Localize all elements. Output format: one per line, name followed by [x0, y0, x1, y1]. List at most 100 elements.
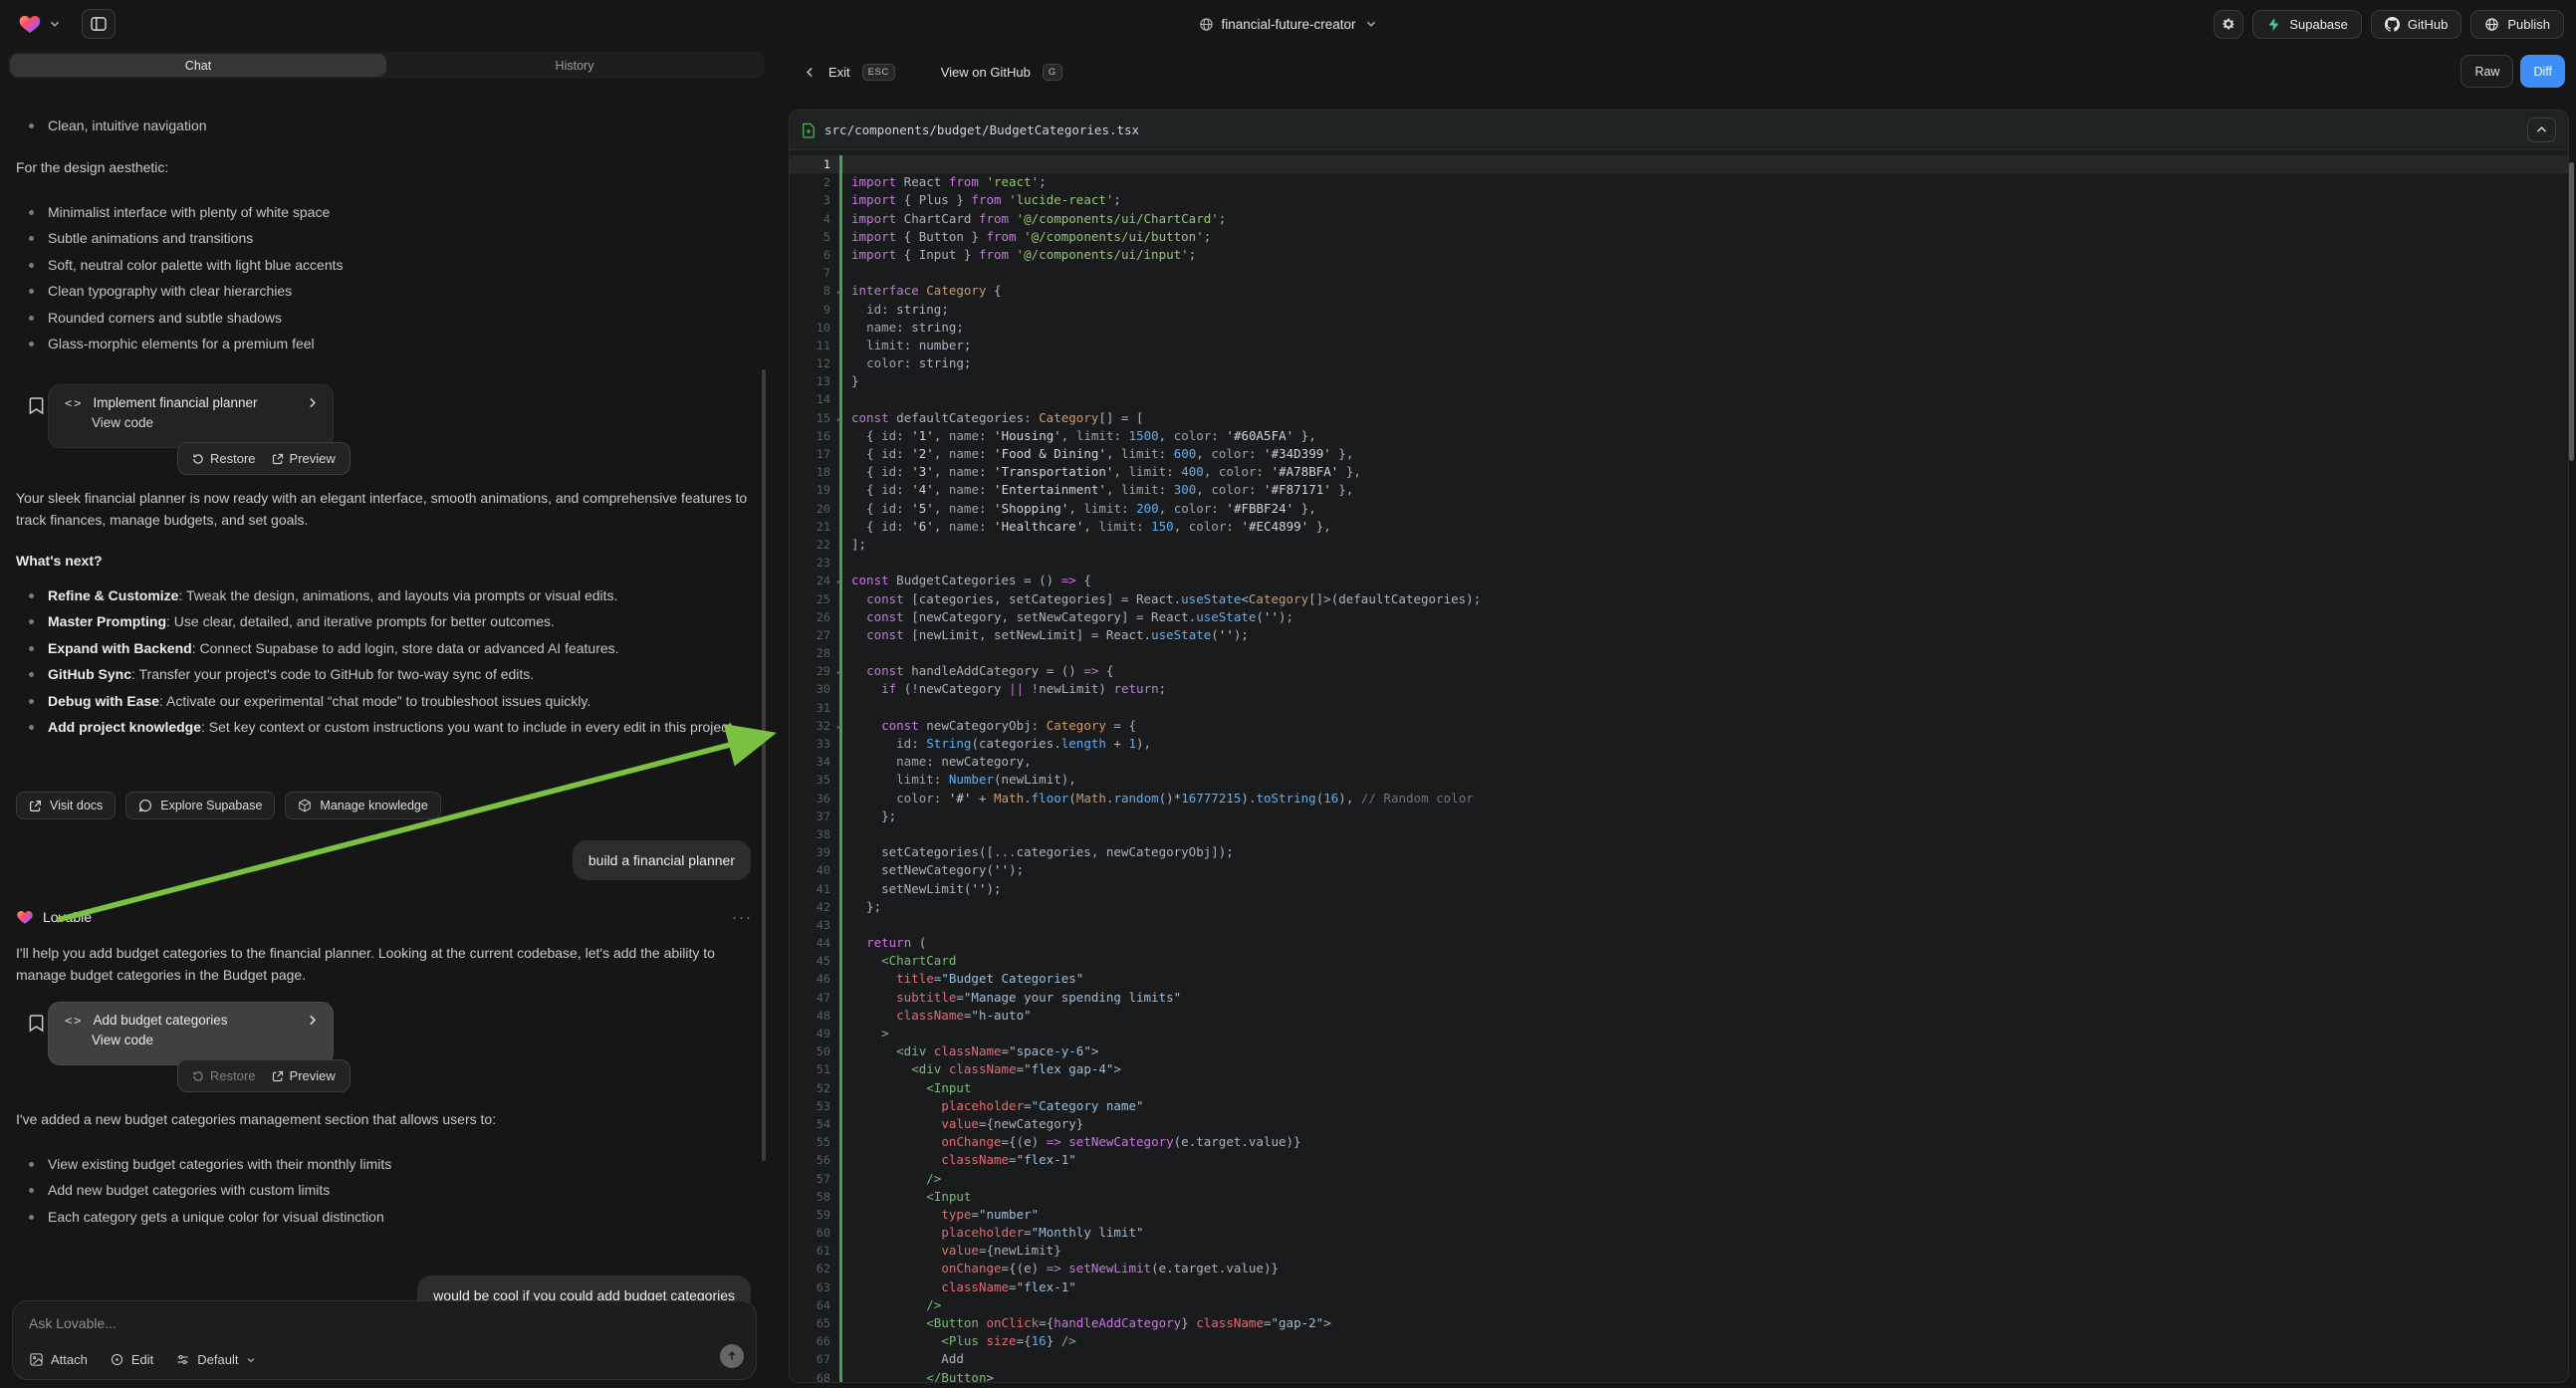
publish-label: Publish	[2507, 17, 2550, 32]
code-text: limit: Number(newLimit),	[839, 771, 2568, 789]
code-line: 22];	[790, 536, 2568, 554]
code-line: 3import { Plus } from 'lucide-react';	[790, 191, 2568, 209]
gear-icon	[2221, 16, 2236, 32]
code-line: 30 if (!newCategory || !newLimit) return…	[790, 680, 2568, 698]
line-number: 27	[790, 626, 839, 644]
line-number: 2	[790, 173, 839, 191]
code-line: 54 value={newCategory}	[790, 1115, 2568, 1133]
tab-chat[interactable]: Chat	[10, 54, 386, 77]
code-text: color: string;	[839, 354, 2568, 372]
lovable-heart-icon	[16, 908, 34, 926]
view-on-github-button[interactable]: View on GitHub	[941, 65, 1031, 80]
code-line: 35 limit: Number(newLimit),	[790, 771, 2568, 789]
code-line: 32▾ const newCategoryObj: Category = {	[790, 717, 2568, 735]
project-switcher[interactable]: financial-future-creator	[1198, 0, 1377, 48]
line-number: 56	[790, 1151, 839, 1169]
code-line: 11 limit: number;	[790, 337, 2568, 354]
chat-scrollbar-thumb[interactable]	[762, 369, 766, 1161]
line-number: 12	[790, 354, 839, 372]
list-item: Add new budget categories with custom li…	[16, 1177, 757, 1203]
code-line: 4import ChartCard from '@/components/ui/…	[790, 210, 2568, 228]
code-line: 61 value={newLimit}	[790, 1242, 2568, 1260]
code-line: 66 <Plus size={16} />	[790, 1332, 2568, 1350]
chat-input-box[interactable]: Ask Lovable... Attach Edit	[12, 1300, 757, 1380]
list-item: Master Prompting: Use clear, detailed, a…	[16, 608, 761, 634]
code-line: 34 name: newCategory,	[790, 753, 2568, 771]
arrow-up-icon	[726, 1350, 738, 1362]
tab-history[interactable]: History	[386, 54, 763, 77]
code-scrollbar-thumb[interactable]	[2569, 162, 2574, 461]
code-text: const BudgetCategories = () => {	[839, 572, 2568, 589]
code-text: const newCategoryObj: Category = {	[839, 717, 2568, 735]
supabase-button[interactable]: Supabase	[2252, 10, 2362, 39]
view-code-link[interactable]: View code	[65, 415, 319, 430]
code-line: 23	[790, 554, 2568, 572]
line-number: 22	[790, 536, 839, 554]
added-bullet-list: View existing budget categories with the…	[16, 1151, 757, 1230]
line-number: 25	[790, 590, 839, 608]
version-card-implement-financial-planner[interactable]: <> Implement financial planner View code	[48, 384, 334, 448]
message-menu-button[interactable]: ···	[732, 909, 753, 926]
line-number: 61	[790, 1242, 839, 1260]
restore-icon	[192, 1070, 204, 1082]
code-line: 17 { id: '2', name: 'Food & Dining', lim…	[790, 445, 2568, 463]
code-text: import { Button } from '@/components/ui/…	[839, 228, 2568, 246]
manage-knowledge-button[interactable]: Manage knowledge	[285, 792, 440, 819]
chat-scroll-area[interactable]: Clean, intuitive navigation For the desi…	[0, 84, 783, 1338]
code-text: { id: '2', name: 'Food & Dining', limit:…	[839, 445, 2568, 463]
visit-docs-button[interactable]: Visit docs	[16, 792, 116, 819]
line-number: 66	[790, 1332, 839, 1350]
list-item: Debug with Ease: Activate our experiment…	[16, 688, 761, 714]
preview-button[interactable]: Preview	[272, 1068, 336, 1083]
code-content[interactable]: 1 2import React from 'react';3import { P…	[790, 150, 2568, 1383]
restore-button[interactable]: Restore	[192, 1068, 256, 1083]
edit-mode-button[interactable]: Edit	[110, 1352, 153, 1367]
toggle-sidebar-button[interactable]	[82, 9, 116, 39]
publish-button[interactable]: Publish	[2470, 10, 2564, 39]
bookmark-icon[interactable]	[28, 396, 45, 415]
bookmark-icon[interactable]	[28, 1014, 45, 1033]
preview-button[interactable]: Preview	[272, 451, 336, 466]
line-number: 31	[790, 699, 839, 717]
raw-toggle-button[interactable]: Raw	[2460, 55, 2513, 88]
code-text: onChange={(e) => setNewLimit(e.target.va…	[839, 1260, 2568, 1277]
version-card-add-budget-categories[interactable]: <> Add budget categories View code	[48, 1002, 334, 1065]
view-code-link[interactable]: View code	[65, 1033, 319, 1047]
code-viewer-region: Exit ESC View on GitHub G Raw Diff src/c…	[783, 48, 2576, 1388]
diff-toggle-button[interactable]: Diff	[2520, 55, 2565, 88]
code-text: color: '#' + Math.floor(Math.random()*16…	[839, 790, 2568, 808]
code-text: />	[839, 1296, 2568, 1314]
model-selector[interactable]: Default	[175, 1352, 257, 1367]
restore-button[interactable]: Restore	[192, 451, 256, 466]
lovable-logo-heart-icon[interactable]	[18, 12, 42, 36]
code-text: import { Plus } from 'lucide-react';	[839, 191, 2568, 209]
code-line: 18 { id: '3', name: 'Transportation', li…	[790, 463, 2568, 481]
file-header[interactable]: src/components/budget/BudgetCategories.t…	[790, 111, 2568, 150]
github-button[interactable]: GitHub	[2371, 10, 2461, 39]
github-kbd-badge: G	[1043, 64, 1062, 81]
collapse-file-button[interactable]	[2527, 117, 2556, 142]
logo-dropdown-chevron-icon[interactable]	[48, 17, 62, 31]
send-button[interactable]	[720, 1344, 744, 1368]
attach-button[interactable]: Attach	[29, 1352, 88, 1367]
code-line: 5import { Button } from '@/components/ui…	[790, 228, 2568, 246]
line-number: 40	[790, 861, 839, 879]
suggestion-chips: Visit docs Explore Supabase Manage knowl…	[16, 792, 441, 819]
code-text: const [categories, setCategories] = Reac…	[839, 590, 2568, 608]
exit-button[interactable]: Exit	[828, 65, 850, 80]
settings-button[interactable]	[2214, 10, 2243, 39]
code-text: const [newLimit, setNewLimit] = React.us…	[839, 626, 2568, 644]
code-text	[839, 699, 2568, 717]
explore-supabase-button[interactable]: Explore Supabase	[125, 792, 275, 819]
code-text: type="number"	[839, 1206, 2568, 1224]
line-number: 49	[790, 1025, 839, 1042]
code-text: const defaultCategories: Category[] = [	[839, 409, 2568, 427]
list-item: Add project knowledge: Set key context o…	[16, 714, 761, 740]
line-number: 65	[790, 1314, 839, 1332]
code-text: title="Budget Categories"	[839, 970, 2568, 988]
external-link-icon	[272, 1070, 284, 1082]
list-item: Subtle animations and transitions	[16, 225, 757, 251]
code-line: 1	[790, 155, 2568, 173]
code-text: const handleAddCategory = () => {	[839, 662, 2568, 680]
list-item: Soft, neutral color palette with light b…	[16, 252, 757, 278]
